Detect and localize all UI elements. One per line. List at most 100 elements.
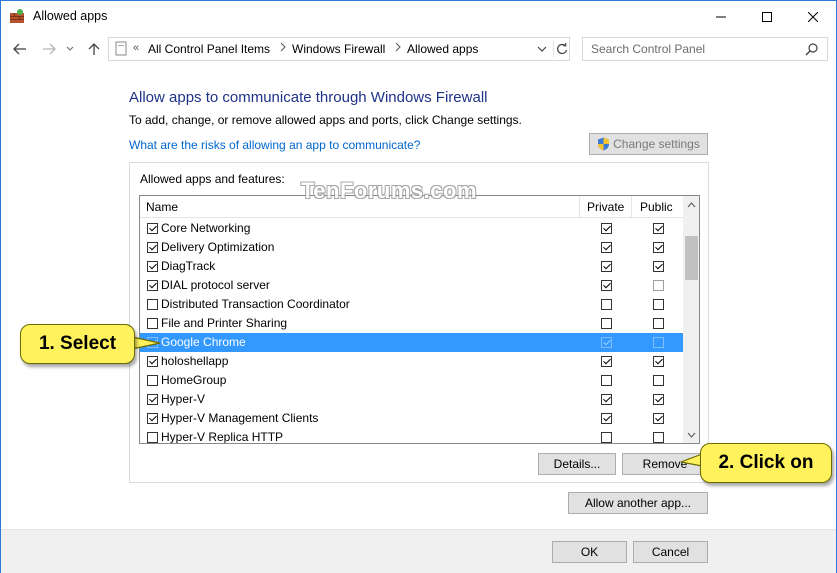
cancel-button[interactable]: Cancel <box>633 541 708 563</box>
private-checkbox[interactable] <box>601 261 612 272</box>
public-checkbox[interactable] <box>653 261 664 272</box>
public-checkbox[interactable] <box>653 394 664 405</box>
list-item[interactable]: DIAL protocol server <box>140 276 683 295</box>
app-name: Google Chrome <box>161 335 246 349</box>
scroll-down-arrow-icon[interactable] <box>683 426 699 443</box>
enabled-checkbox[interactable] <box>147 261 158 272</box>
uac-shield-icon <box>597 137 610 151</box>
allow-another-app-button[interactable]: Allow another app... <box>568 492 708 514</box>
search-box[interactable] <box>582 37 828 61</box>
app-name: DIAL protocol server <box>161 278 270 292</box>
private-checkbox[interactable] <box>601 356 612 367</box>
breadcrumb-windows-firewall[interactable]: Windows Firewall <box>292 42 385 56</box>
public-checkbox[interactable] <box>653 337 664 348</box>
dialog-footer <box>1 530 836 573</box>
address-dropdown-icon[interactable] <box>537 43 549 55</box>
minimize-button[interactable] <box>698 1 744 32</box>
enabled-checkbox[interactable] <box>147 242 158 253</box>
public-checkbox[interactable] <box>653 280 664 291</box>
public-checkbox[interactable] <box>653 223 664 234</box>
public-checkbox[interactable] <box>653 432 664 443</box>
private-checkbox[interactable] <box>601 337 612 348</box>
refresh-icon[interactable] <box>553 41 569 57</box>
vertical-scrollbar[interactable] <box>683 196 699 443</box>
control-panel-icon <box>114 41 128 60</box>
list-item[interactable]: DiagTrack <box>140 257 683 276</box>
breadcrumb-all-items[interactable]: All Control Panel Items <box>148 42 270 56</box>
column-header-public[interactable]: Public <box>640 200 673 214</box>
allowed-apps-list[interactable]: Name Private Public Core Networking Deliv… <box>139 195 700 444</box>
private-checkbox[interactable] <box>601 432 612 443</box>
scroll-up-arrow-icon[interactable] <box>683 196 699 213</box>
list-item[interactable]: File and Printer Sharing <box>140 314 683 333</box>
app-name: HomeGroup <box>161 373 227 387</box>
list-item[interactable]: Core Networking <box>140 219 683 238</box>
forward-arrow-icon[interactable] <box>41 41 57 57</box>
step-2-callout: 2. Click on <box>700 443 832 483</box>
enabled-checkbox[interactable] <box>147 432 158 443</box>
private-checkbox[interactable] <box>601 223 612 234</box>
title-bar: Allowed apps <box>1 1 836 32</box>
enabled-checkbox[interactable] <box>147 299 158 310</box>
change-settings-button[interactable]: Change settings <box>589 133 708 155</box>
enabled-checkbox[interactable] <box>147 280 158 291</box>
list-item[interactable]: Delivery Optimization <box>140 238 683 257</box>
enabled-checkbox[interactable] <box>147 375 158 386</box>
address-bar[interactable]: « All Control Panel Items Windows Firewa… <box>108 37 570 61</box>
private-checkbox[interactable] <box>601 375 612 386</box>
public-checkbox[interactable] <box>653 375 664 386</box>
public-checkbox[interactable] <box>653 356 664 367</box>
private-checkbox[interactable] <box>601 280 612 291</box>
column-divider[interactable] <box>631 196 632 218</box>
scrollbar-thumb[interactable] <box>685 236 698 280</box>
public-checkbox[interactable] <box>653 413 664 424</box>
callout-pointer-icon <box>132 336 161 350</box>
list-item[interactable]: Hyper-V <box>140 390 683 409</box>
ok-button[interactable]: OK <box>552 541 627 563</box>
allowed-apps-group-label: Allowed apps and features: <box>140 172 285 186</box>
up-arrow-icon[interactable] <box>86 41 102 57</box>
step-1-callout: 1. Select <box>20 324 135 364</box>
breadcrumb-overflow-icon[interactable]: « <box>133 42 139 54</box>
list-item[interactable]: Google Chrome <box>140 333 683 352</box>
app-name: Core Networking <box>161 221 251 235</box>
enabled-checkbox[interactable] <box>147 356 158 367</box>
search-icon[interactable] <box>805 42 819 59</box>
window-title: Allowed apps <box>33 9 108 23</box>
column-divider[interactable] <box>579 196 580 218</box>
list-item[interactable]: Distributed Transaction Coordinator <box>140 295 683 314</box>
private-checkbox[interactable] <box>601 413 612 424</box>
list-item[interactable]: HomeGroup <box>140 371 683 390</box>
list-item[interactable]: Hyper-V Replica HTTP <box>140 428 683 443</box>
enabled-checkbox[interactable] <box>147 413 158 424</box>
list-item[interactable]: holoshellapp <box>140 352 683 371</box>
column-header-private[interactable]: Private <box>587 200 624 214</box>
private-checkbox[interactable] <box>601 242 612 253</box>
recent-locations-chevron-icon[interactable] <box>62 41 78 57</box>
private-checkbox[interactable] <box>601 299 612 310</box>
app-name: Delivery Optimization <box>161 240 275 254</box>
enabled-checkbox[interactable] <box>147 394 158 405</box>
public-checkbox[interactable] <box>653 318 664 329</box>
public-checkbox[interactable] <box>653 299 664 310</box>
breadcrumb-separator-icon[interactable] <box>280 42 286 55</box>
column-header-name[interactable]: Name <box>146 200 178 214</box>
search-input[interactable] <box>591 42 791 56</box>
change-settings-label: Change settings <box>613 137 700 151</box>
public-checkbox[interactable] <box>653 242 664 253</box>
risks-link[interactable]: What are the risks of allowing an app to… <box>129 138 420 152</box>
app-name: Hyper-V Management Clients <box>161 411 319 425</box>
breadcrumb-allowed-apps[interactable]: Allowed apps <box>407 42 478 56</box>
close-button[interactable] <box>790 1 836 32</box>
back-arrow-icon[interactable] <box>12 41 28 57</box>
private-checkbox[interactable] <box>601 394 612 405</box>
app-name: DiagTrack <box>161 259 216 273</box>
enabled-checkbox[interactable] <box>147 223 158 234</box>
list-item[interactable]: Hyper-V Management Clients <box>140 409 683 428</box>
app-name: Distributed Transaction Coordinator <box>161 297 350 311</box>
maximize-button[interactable] <box>744 1 790 32</box>
details-button[interactable]: Details... <box>538 453 616 475</box>
enabled-checkbox[interactable] <box>147 318 158 329</box>
private-checkbox[interactable] <box>601 318 612 329</box>
breadcrumb-separator-icon[interactable] <box>395 42 401 55</box>
